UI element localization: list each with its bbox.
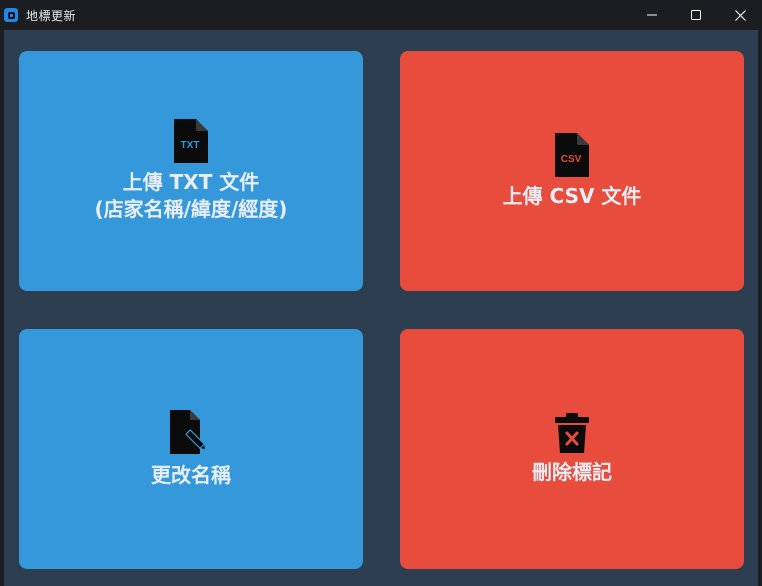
window-controls: [630, 0, 762, 30]
maximize-icon: [691, 10, 701, 20]
rename-label: 更改名稱: [151, 462, 231, 487]
csv-file-icon-label: CSV: [561, 154, 582, 165]
title-bar[interactable]: 地標更新: [0, 0, 762, 30]
txt-file-icon-label: TXT: [181, 140, 200, 151]
app-window: 地標更新 TXT 上傳 TXT 文件 (店家名稱/緯度/經度) CSV 上傳 C…: [0, 0, 762, 586]
app-icon: [4, 8, 18, 22]
minimize-icon: [647, 14, 657, 16]
delete-marker-label: 刪除標記: [532, 459, 612, 484]
upload-csv-button[interactable]: CSV 上傳 CSV 文件: [400, 51, 744, 291]
close-icon: [734, 9, 746, 21]
close-button[interactable]: [718, 0, 762, 30]
upload-txt-label: 上傳 TXT 文件 (店家名稱/緯度/經度): [94, 170, 288, 221]
minimize-button[interactable]: [630, 0, 674, 30]
rename-button[interactable]: 更改名稱: [19, 329, 363, 569]
maximize-button[interactable]: [674, 0, 718, 30]
window-title: 地標更新: [26, 8, 77, 23]
file-edit-icon: [168, 409, 214, 456]
upload-txt-button[interactable]: TXT 上傳 TXT 文件 (店家名稱/緯度/經度): [19, 51, 363, 291]
upload-csv-label: 上傳 CSV 文件: [502, 183, 642, 208]
trash-icon: [555, 412, 589, 453]
txt-file-icon: TXT: [174, 119, 208, 163]
delete-marker-button[interactable]: 刪除標記: [400, 329, 744, 569]
csv-file-icon: CSV: [555, 132, 589, 177]
